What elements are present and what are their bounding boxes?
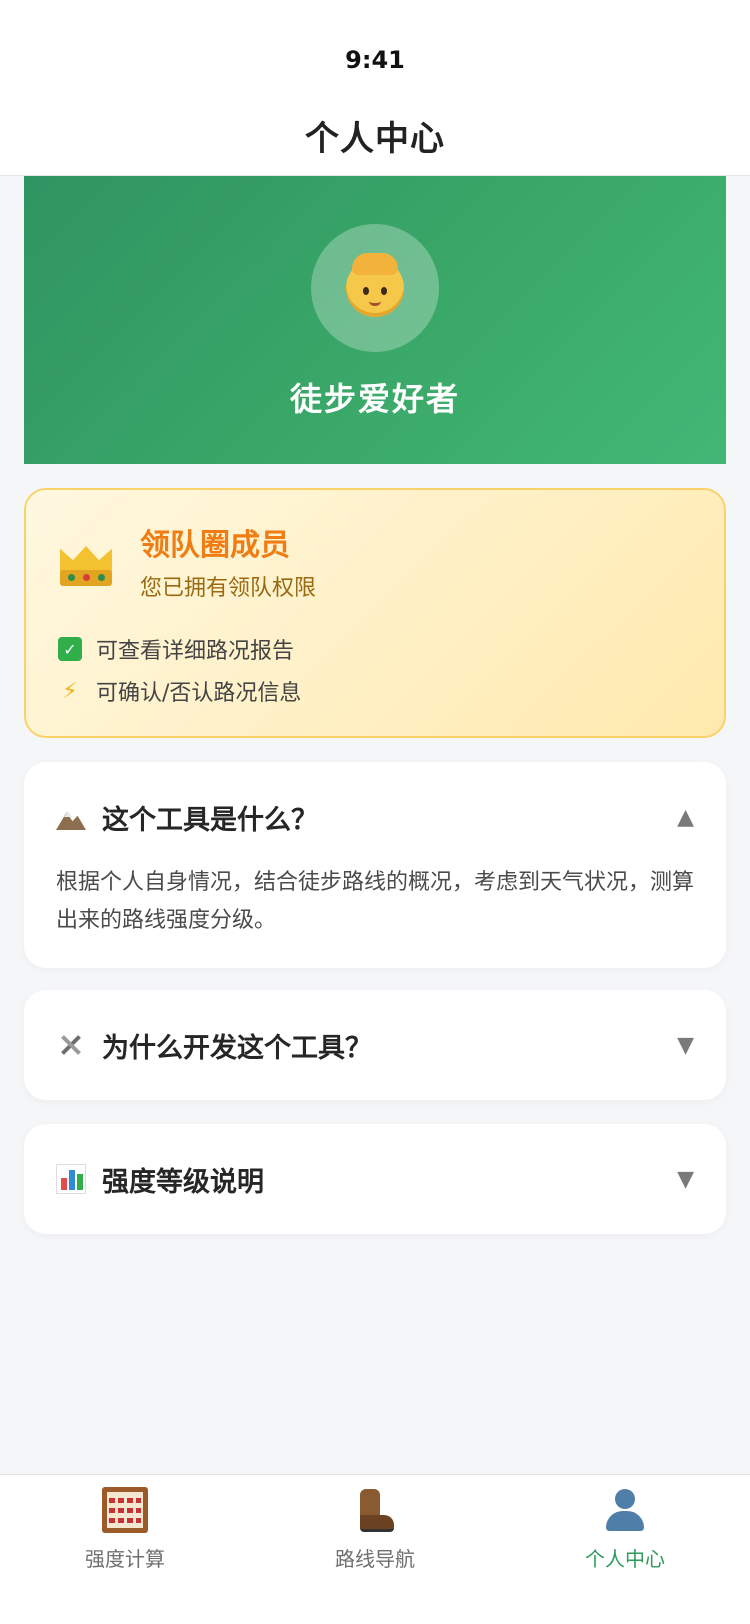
bar-chart-icon <box>56 1164 86 1194</box>
status-time: 9:41 <box>345 46 405 74</box>
username: 徒步爱好者 <box>289 380 460 418</box>
profile-header: 徒步爱好者 <box>24 176 726 464</box>
faq-title: 强度等级说明 <box>102 1166 264 1198</box>
tab-intensity-calc[interactable]: 强度计算 <box>0 1475 250 1624</box>
check-icon: ✓ <box>58 637 82 661</box>
app-screen: 9:41 个人中心 徒步爱好者 领队圈成员 您已拥有领队权限 ✓ 可查看详细路况… <box>0 0 750 1624</box>
avatar[interactable] <box>311 224 439 352</box>
tools-icon <box>56 1030 86 1060</box>
crown-icon <box>58 536 114 586</box>
membership-card: 领队圈成员 您已拥有领队权限 ✓ 可查看详细路况报告 ⚡ 可确认/否认路况信息 <box>24 488 726 738</box>
tab-label: 路线导航 <box>335 1547 415 1571</box>
permission-item: ⚡ 可确认/否认路况信息 <box>58 670 692 712</box>
hiking-boot-icon <box>352 1487 398 1533</box>
tab-label: 强度计算 <box>85 1547 165 1571</box>
faq-title: 这个工具是什么？ <box>102 804 318 836</box>
chevron-up-icon[interactable]: ▲ <box>677 805 694 830</box>
chevron-down-icon[interactable]: ▼ <box>677 1167 694 1192</box>
person-icon <box>346 253 404 317</box>
permission-text: 可查看详细路况报告 <box>96 639 295 664</box>
permission-item: ✓ 可查看详细路况报告 <box>58 628 692 670</box>
faq-intensity-levels: 强度等级说明 ▼ <box>24 1124 726 1234</box>
page-title: 个人中心 <box>305 119 445 159</box>
permission-list: ✓ 可查看详细路况报告 ⚡ 可确认/否认路况信息 <box>58 628 692 712</box>
faq-what-is-tool: 这个工具是什么？ ▲ 根据个人自身情况，结合徒步路线的概况，考虑到天气状况，测算… <box>24 762 726 968</box>
mountain-icon <box>56 802 86 832</box>
membership-subtitle: 您已拥有领队权限 <box>140 576 317 601</box>
user-icon <box>602 1487 648 1533</box>
tab-personal-center[interactable]: 个人中心 <box>500 1475 750 1624</box>
permission-text: 可确认/否认路况信息 <box>96 681 302 706</box>
membership-header: 领队圈成员 您已拥有领队权限 <box>58 520 692 602</box>
navigation-bar: 个人中心 <box>0 96 750 176</box>
abacus-icon <box>102 1487 148 1533</box>
faq-title: 为什么开发这个工具？ <box>102 1032 372 1064</box>
tab-label: 个人中心 <box>585 1547 665 1571</box>
tab-bar: 强度计算 路线导航 个人中心 <box>0 1474 750 1624</box>
chevron-down-icon[interactable]: ▼ <box>677 1033 694 1058</box>
membership-title: 领队圈成员 <box>140 528 290 563</box>
lightning-icon: ⚡ <box>62 678 78 704</box>
faq-why-develop: 为什么开发这个工具？ ▼ <box>24 990 726 1100</box>
status-bar: 9:41 <box>0 0 750 96</box>
faq-toggle-why-develop[interactable]: 为什么开发这个工具？ ▼ <box>56 990 694 1100</box>
tab-route-navigation[interactable]: 路线导航 <box>250 1475 500 1624</box>
faq-answer: 根据个人自身情况，结合徒步路线的概况，考虑到天气状况，测算出来的路线强度分级。 <box>56 870 695 933</box>
faq-toggle-intensity-levels[interactable]: 强度等级说明 ▼ <box>56 1124 694 1234</box>
faq-toggle-what-is-tool[interactable]: 这个工具是什么？ ▲ <box>56 762 694 872</box>
